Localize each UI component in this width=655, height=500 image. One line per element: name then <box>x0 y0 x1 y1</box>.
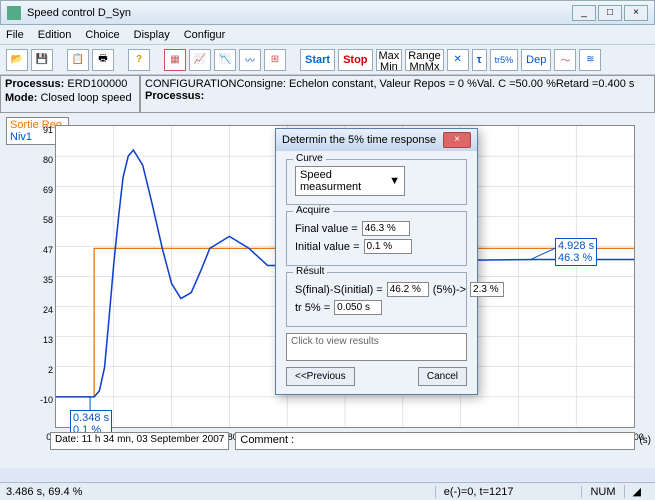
copy-icon[interactable]: 📋 <box>67 49 89 71</box>
start-button[interactable]: Start <box>300 49 335 71</box>
y-tick: 13 <box>35 335 53 345</box>
maximize-button[interactable]: □ <box>598 5 622 21</box>
chart3-icon[interactable]: 📉 <box>214 49 236 71</box>
menu-edition[interactable]: Edition <box>38 29 72 41</box>
wave1-icon[interactable]: 〜 <box>554 49 576 71</box>
y-tick: 47 <box>35 245 53 255</box>
dialog-titlebar[interactable]: Determin the 5% time response × <box>276 129 477 151</box>
diff-value-input[interactable] <box>387 282 429 297</box>
app-icon <box>7 6 21 20</box>
comment-box[interactable]: Comment : <box>235 432 635 450</box>
chart1-icon[interactable]: ▦ <box>164 49 186 71</box>
curve-select[interactable]: Speed measurment▼ <box>295 166 405 196</box>
menu-configur[interactable]: Configur <box>184 29 226 41</box>
tau-button[interactable]: τ <box>472 49 487 71</box>
chart2-icon[interactable]: 📈 <box>189 49 211 71</box>
dialog-time-response: Determin the 5% time response × Curve Sp… <box>275 128 478 395</box>
status-grip-icon: ◢ <box>624 485 649 498</box>
status-mid: e(-)=0, t=1217 <box>435 486 522 498</box>
menu-file[interactable]: File <box>6 29 24 41</box>
y-tick: 69 <box>35 185 53 195</box>
cancel-button[interactable]: Cancel <box>418 367 467 386</box>
y-tick: 24 <box>35 305 53 315</box>
stop-button[interactable]: Stop <box>338 49 372 71</box>
fieldset-curve: Curve Speed measurment▼ <box>286 159 467 205</box>
y-tick: 35 <box>35 275 53 285</box>
final-value-input[interactable] <box>362 221 410 236</box>
tr-value-input[interactable] <box>334 300 382 315</box>
y-tick: -10 <box>35 395 53 405</box>
initial-value-input[interactable] <box>364 239 412 254</box>
minimize-button[interactable]: _ <box>572 5 596 21</box>
help-icon[interactable]: ? <box>128 49 150 71</box>
status-left: 3.486 s, 69.4 % <box>6 486 82 498</box>
y-tick: 58 <box>35 215 53 225</box>
process-box: Processus: ERD100000 Mode: Closed loop s… <box>0 75 140 113</box>
view-results-box[interactable]: Click to view results <box>286 333 467 361</box>
minmax-button[interactable]: MaxMin <box>376 49 403 71</box>
status-bar: 3.486 s, 69.4 % e(-)=0, t=1217 NUM ◢ <box>0 482 655 500</box>
window-titlebar: Speed control D_Syn _ □ × <box>0 0 655 25</box>
menu-display[interactable]: Display <box>134 29 170 41</box>
y-tick: 91 <box>35 125 53 135</box>
status-num: NUM <box>581 486 623 498</box>
axes-icon[interactable]: ⊞ <box>264 49 286 71</box>
menu-bar: File Edition Choice Display Configur <box>0 25 655 45</box>
chart4-icon[interactable]: 〰 <box>239 49 261 71</box>
annotation-2: 4.928 s46.3 % <box>555 238 597 266</box>
config-box: CONFIGURATIONConsigne: Echelon constant,… <box>140 75 655 113</box>
tr-button[interactable]: tr5% <box>490 49 519 71</box>
open-icon[interactable]: 📂 <box>6 49 28 71</box>
chevron-down-icon: ▼ <box>389 175 400 187</box>
toolbar: 📂 💾 📋 🖶 ? ▦ 📈 📉 〰 ⊞ Start Stop MaxMin Ra… <box>0 45 655 75</box>
info-strip: Processus: ERD100000 Mode: Closed loop s… <box>0 75 655 113</box>
date-box: Date: 11 h 34 mn, 03 September 2007 <box>50 432 229 450</box>
x-axis-unit: (s) <box>639 435 651 446</box>
wave2-icon[interactable]: ≋ <box>579 49 601 71</box>
crosshair-icon[interactable]: ✕ <box>447 49 469 71</box>
window-title: Speed control D_Syn <box>27 7 131 19</box>
pct-value-input[interactable] <box>470 282 504 297</box>
dialog-close-icon[interactable]: × <box>443 132 471 148</box>
dialog-title: Determin the 5% time response <box>282 134 436 146</box>
print-icon[interactable]: 🖶 <box>92 49 114 71</box>
fieldset-acquire: Acquire Final value = Initial value = <box>286 211 467 266</box>
close-button[interactable]: × <box>624 5 648 21</box>
y-tick: 80 <box>35 155 53 165</box>
menu-choice[interactable]: Choice <box>85 29 119 41</box>
dep-button[interactable]: Dep <box>521 49 551 71</box>
range-button[interactable]: RangeMnMx <box>405 49 443 71</box>
previous-button[interactable]: <<Previous <box>286 367 355 386</box>
y-tick: 2 <box>35 365 53 375</box>
save-icon[interactable]: 💾 <box>31 49 53 71</box>
bottom-bar: Date: 11 h 34 mn, 03 September 2007 Comm… <box>50 432 635 450</box>
fieldset-result: Résult S(final)-S(initial) = (5%)-> tr 5… <box>286 272 467 327</box>
